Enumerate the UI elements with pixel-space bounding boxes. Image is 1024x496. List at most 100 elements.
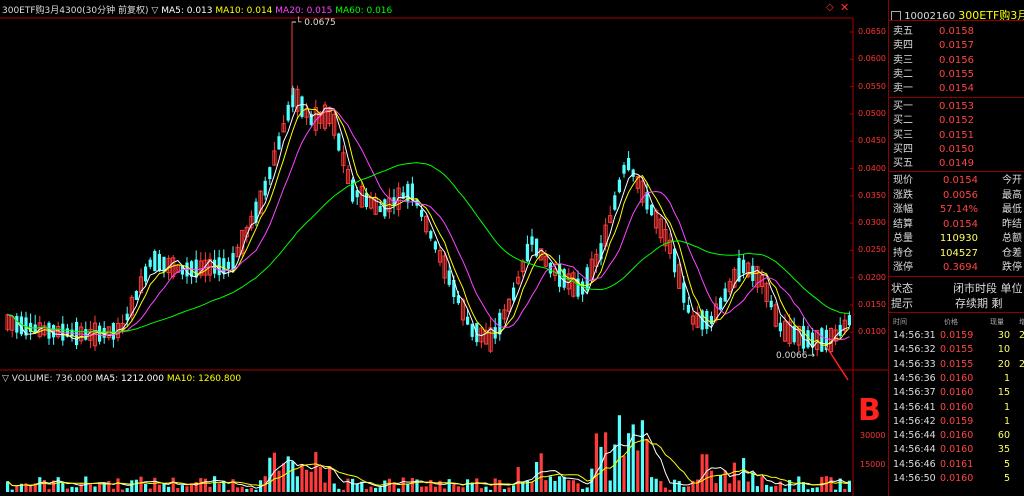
volume-header: ▽ VOLUME: 736.000 MA5: 1212.000 MA10: 12…	[2, 374, 241, 384]
status-label: 状态	[891, 282, 913, 295]
volume-bar	[157, 484, 161, 492]
diamond-icon[interactable]: ◇	[826, 2, 834, 13]
level-price: 0.0155	[939, 68, 974, 80]
volume-bar	[456, 486, 460, 492]
buy-level-3[interactable]: 买三 0.0151	[891, 129, 1024, 143]
buy-level-2[interactable]: 买二 0.0152	[891, 114, 1024, 128]
volume-bar	[130, 480, 134, 492]
candle-body	[466, 316, 470, 325]
volume-bar	[769, 486, 773, 492]
candle-body	[778, 322, 782, 332]
stat-row: 涨跌 0.0056 最高	[893, 189, 1022, 201]
buy-level-4[interactable]: 买四 0.0150	[891, 143, 1024, 157]
volume-bar	[571, 480, 575, 492]
volume-bar	[56, 477, 60, 492]
candle-body	[686, 304, 690, 313]
volume-bar	[447, 479, 451, 492]
volume-bar	[98, 483, 102, 492]
volume-bar	[153, 477, 157, 492]
volume-bar	[576, 483, 580, 492]
sell-level-5[interactable]: 卖五 0.0158	[891, 25, 1024, 39]
tick-row[interactable]: 14:56:44 0.0160 60	[891, 430, 1024, 442]
candle-body	[847, 315, 851, 326]
buy-level-5[interactable]: 买五 0.0149	[891, 157, 1024, 171]
candle-body	[742, 259, 746, 274]
candle-body	[820, 328, 824, 352]
volume-bar	[608, 480, 612, 492]
volume-bar	[742, 458, 746, 492]
volume-bar	[328, 466, 332, 492]
tick-row[interactable]: 14:56:36 0.0160 1	[891, 373, 1024, 385]
level-label: 买五	[893, 158, 913, 170]
volume-bar	[562, 476, 566, 492]
level-label: 卖二	[893, 68, 913, 80]
volume-bar	[512, 485, 516, 492]
volume-bar	[314, 452, 318, 492]
volume-bar	[594, 433, 598, 492]
candle-body	[351, 179, 355, 202]
level-label: 买二	[893, 115, 913, 127]
volume-filter-icon[interactable]: ▽	[2, 374, 9, 384]
candle-body	[153, 250, 157, 272]
volume-tick-label: 30000	[860, 431, 886, 440]
volume-bar	[203, 478, 207, 492]
volume-bar	[558, 476, 562, 492]
tick-row[interactable]: 14:56:32 0.0155 10	[891, 344, 1024, 356]
volume-bar	[714, 483, 718, 492]
sell-level-1[interactable]: 卖一 0.0154	[891, 82, 1024, 96]
candle-body	[144, 266, 148, 282]
ma10-label: MA10: 0.014	[215, 6, 273, 16]
level-label: 卖五	[893, 26, 913, 37]
volume-bar	[337, 488, 341, 492]
candle-body	[682, 282, 686, 303]
buy-level-1[interactable]: 买一 0.0153	[891, 100, 1024, 114]
tick-row[interactable]: 14:56:42 0.0159 1	[891, 416, 1024, 428]
volume-bar	[811, 487, 815, 492]
volume-bar	[535, 462, 539, 492]
volume-bar	[659, 481, 663, 492]
tick-row[interactable]: 14:56:31 0.0159 30 2	[891, 330, 1024, 342]
volume-bar	[47, 489, 51, 492]
candle-body	[447, 270, 451, 285]
moving-average-lines	[7, 103, 850, 381]
level-label: 买一	[893, 101, 913, 112]
volume-bar	[401, 477, 405, 492]
sell-level-3[interactable]: 卖三 0.0156	[891, 54, 1024, 68]
volume-bar	[728, 483, 732, 492]
volume-bar	[171, 477, 175, 492]
volume-bar	[249, 487, 253, 492]
volume-bar	[682, 486, 686, 492]
volume-bar	[732, 462, 736, 492]
volume-bar	[452, 484, 456, 492]
tick-row[interactable]: 14:56:50 0.0160 5	[891, 473, 1024, 485]
close-icon[interactable]: ✕	[840, 1, 849, 14]
candle-body	[286, 104, 290, 121]
level-label: 买三	[893, 129, 913, 141]
candle-body	[617, 179, 621, 193]
volume-bar	[502, 489, 506, 492]
tick-row[interactable]: 14:56:46 0.0161 5	[891, 459, 1024, 471]
tick-row[interactable]: 14:56:41 0.0160 1	[891, 402, 1024, 414]
volume-bar	[567, 480, 571, 492]
tick-row[interactable]: 14:56:33 0.0155 20 2	[891, 359, 1024, 371]
price-tick-label: 0.0600	[858, 54, 886, 64]
volume-title: VOLUME: 736.000	[11, 374, 93, 384]
volume-bar	[493, 478, 497, 492]
volume-bar	[236, 487, 240, 492]
volume-bar	[15, 486, 19, 492]
tick-row[interactable]: 14:56:37 0.0160 15	[891, 387, 1024, 399]
volume-bar	[645, 438, 649, 492]
volume-bar	[797, 476, 801, 492]
volume-bar	[654, 478, 658, 492]
candlestick-chart[interactable]	[0, 0, 888, 496]
sell-level-4[interactable]: 卖四 0.0157	[891, 39, 1024, 53]
candle-body	[263, 180, 267, 196]
volume-bar	[125, 488, 129, 492]
volume-bar	[746, 481, 750, 492]
candle-body	[148, 259, 152, 267]
volume-bar	[148, 488, 152, 492]
tick-row[interactable]: 14:56:44 0.0160 35	[891, 444, 1024, 456]
sell-level-2[interactable]: 卖二 0.0155	[891, 68, 1024, 82]
volume-ma5-line	[7, 432, 850, 489]
filter-icon[interactable]: ▽	[151, 6, 158, 16]
